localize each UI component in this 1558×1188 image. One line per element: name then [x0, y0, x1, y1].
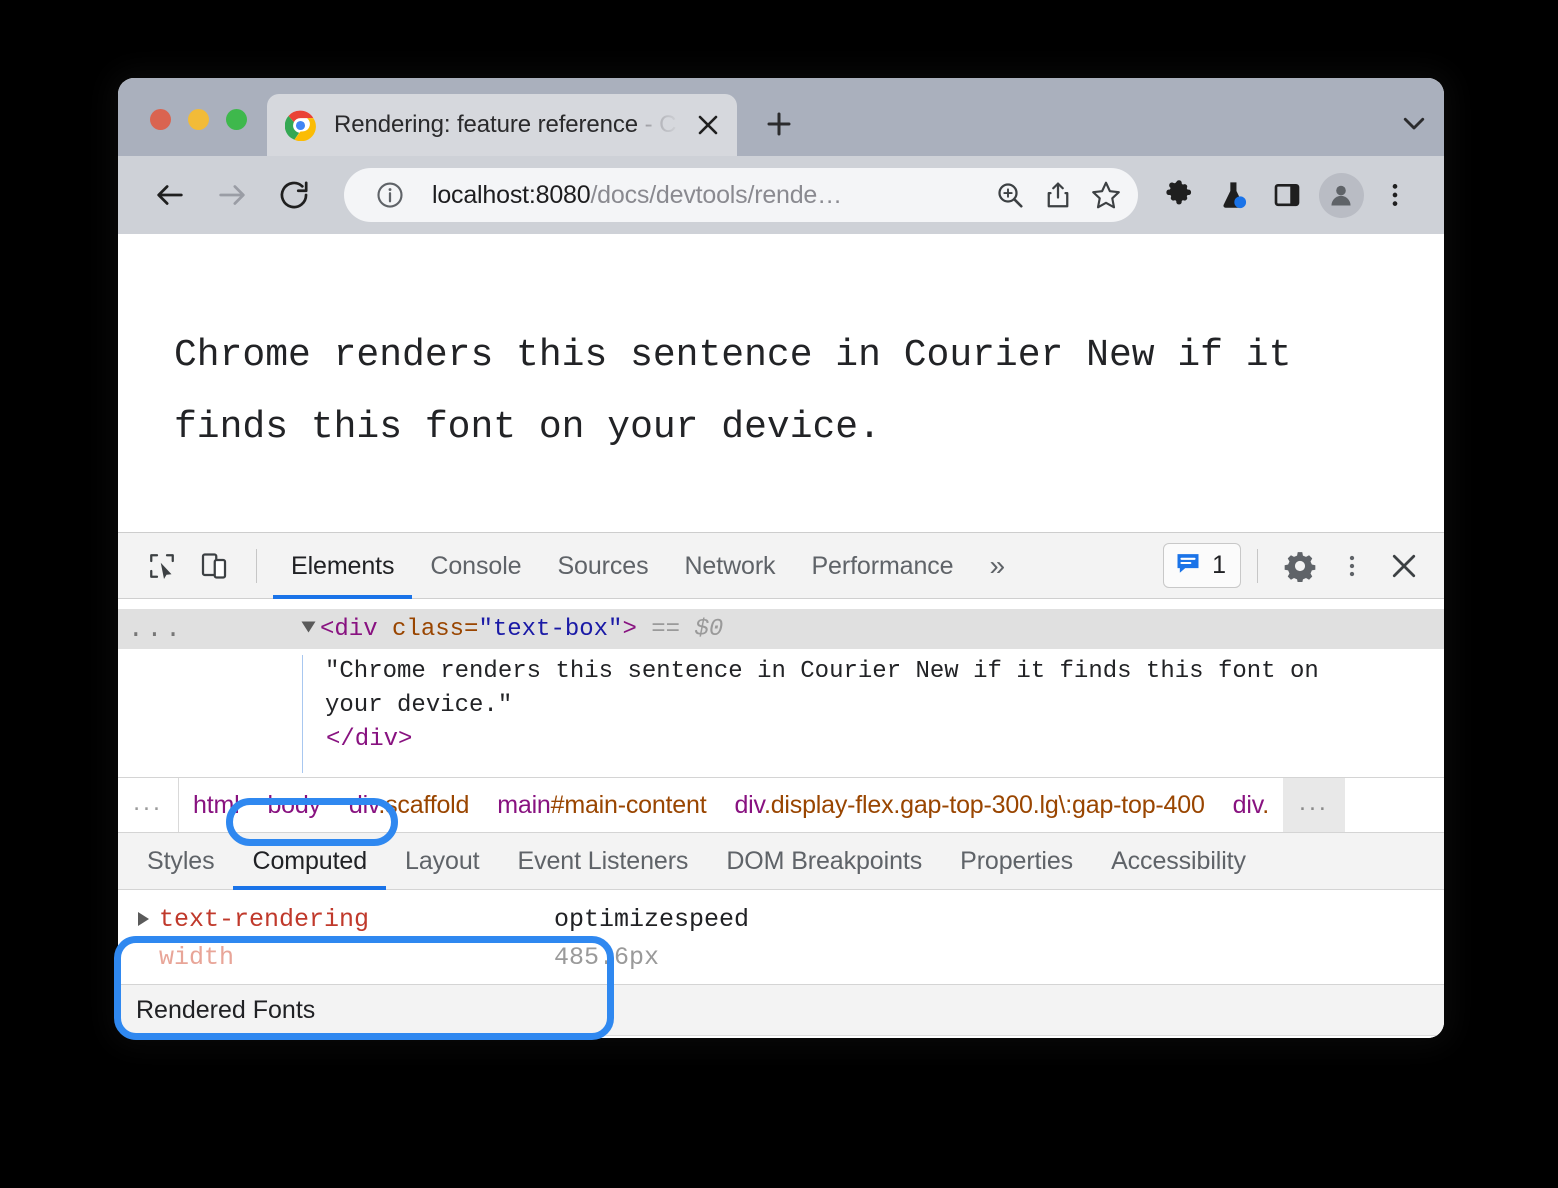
three-dot-menu-icon[interactable]	[1368, 168, 1422, 222]
more-tabs-chevron-icon[interactable]: »	[971, 533, 1023, 599]
toolbar-divider-2	[1257, 549, 1258, 583]
toolbar-divider	[256, 549, 257, 583]
breadcrumb-item-div-scaffold[interactable]: div.scaffold	[335, 791, 483, 820]
devtools-toolbar: Elements Console Sources Network Perform…	[118, 533, 1444, 599]
tab-close-icon[interactable]	[691, 108, 725, 142]
address-bar-url: localhost:8080/docs/devtools/rende…	[432, 181, 986, 210]
tab-strip: Rendering: feature reference - C	[118, 78, 1444, 156]
dom-close-tag: </div>	[325, 723, 1319, 757]
browser-tab-active[interactable]: Rendering: feature reference - C	[267, 94, 737, 156]
page-viewport: Chrome renders this sentence in Courier …	[118, 234, 1444, 532]
computed-property-row[interactable]: text-rendering optimizespeed	[118, 900, 1444, 938]
pane-tab-dom-breakpoints[interactable]: DOM Breakpoints	[707, 832, 941, 890]
computed-property-name: width	[159, 943, 554, 972]
computed-property-value: optimizespeed	[554, 905, 749, 934]
close-window-button[interactable]	[150, 109, 171, 130]
expand-triangle-icon[interactable]	[302, 621, 316, 632]
breadcrumb-item-html[interactable]: html	[179, 791, 253, 820]
dom-row-clipped-above	[118, 599, 1444, 609]
new-tab-button[interactable]	[751, 96, 807, 152]
chrome-logo-icon	[285, 110, 316, 141]
rendered-fonts-row: Courier New—Local file (80 glyphs)	[118, 1036, 1444, 1038]
share-icon[interactable]	[1034, 171, 1082, 219]
devtools-tab-sources[interactable]: Sources	[539, 533, 666, 599]
forward-arrow-icon[interactable]	[206, 169, 258, 221]
device-toolbar-icon[interactable]	[188, 540, 240, 592]
sentence-line-1: Chrome renders this sentence in Courier …	[174, 320, 1394, 392]
breadcrumb-item-div-display-flex[interactable]: div.display-flex.gap-top-300.lg\:gap-top…	[720, 791, 1218, 820]
dom-gutter-ellipsis[interactable]: ...	[118, 614, 303, 644]
back-arrow-icon[interactable]	[144, 169, 196, 221]
browser-window: Rendering: feature reference - C	[118, 78, 1444, 1038]
sentence-line-2: finds this font on your device.	[174, 392, 1394, 464]
three-dot-menu-icon[interactable]	[1326, 540, 1378, 592]
pane-tab-computed[interactable]: Computed	[233, 832, 386, 890]
pane-tab-event-listeners[interactable]: Event Listeners	[499, 832, 708, 890]
breadcrumb-item-div-truncated[interactable]: div.	[1219, 791, 1283, 820]
page-sample-sentence: Chrome renders this sentence in Courier …	[174, 320, 1394, 464]
pane-tab-properties[interactable]: Properties	[941, 832, 1092, 890]
maximize-window-button[interactable]	[226, 109, 247, 130]
screenshot-root: Rendering: feature reference - C	[0, 0, 1558, 1188]
expand-triangle-icon[interactable]	[138, 912, 149, 926]
rendered-fonts-header: Rendered Fonts	[118, 984, 1444, 1036]
breadcrumb-item-body[interactable]: body	[253, 791, 334, 820]
dom-indent-guide	[118, 655, 303, 773]
chevron-down-icon[interactable]	[1384, 92, 1444, 154]
dom-row-code: <div class="text-box"> == $0	[303, 616, 723, 643]
devtools-tab-console[interactable]: Console	[412, 533, 539, 599]
dom-row-selected[interactable]: ... <div class="text-box"> == $0	[118, 609, 1444, 649]
avatar	[1319, 173, 1364, 218]
expand-triangle-placeholder-icon	[138, 950, 149, 964]
computed-property-row[interactable]: width 485.6px	[118, 938, 1444, 976]
issues-count-label: 1	[1212, 551, 1226, 580]
computed-properties-list: text-rendering optimizespeed width 485.6…	[118, 890, 1444, 984]
zoom-in-icon[interactable]	[986, 171, 1034, 219]
profile-avatar-icon[interactable]	[1314, 168, 1368, 222]
inspect-cursor-icon[interactable]	[136, 540, 188, 592]
devtools-tab-network[interactable]: Network	[666, 533, 793, 599]
address-bar[interactable]: localhost:8080/docs/devtools/rende…	[344, 168, 1138, 222]
pane-tab-layout[interactable]: Layout	[386, 832, 498, 890]
dom-text-node: "Chrome renders this sentence in Courier…	[303, 655, 1319, 773]
devtools-panel: Elements Console Sources Network Perform…	[118, 532, 1444, 1038]
devtools-tab-elements[interactable]: Elements	[273, 533, 412, 599]
minimize-window-button[interactable]	[188, 109, 209, 130]
gear-icon[interactable]	[1274, 540, 1326, 592]
browser-tab-title: Rendering: feature reference - C	[334, 111, 685, 139]
breadcrumb: ... html body div.scaffold main#main-con…	[118, 777, 1444, 832]
info-circle-icon[interactable]	[366, 171, 414, 219]
breadcrumb-overflow-right[interactable]: ...	[1283, 778, 1345, 832]
close-devtools-icon[interactable]	[1378, 540, 1430, 592]
computed-property-name: text-rendering	[159, 905, 554, 934]
pane-tab-accessibility[interactable]: Accessibility	[1092, 832, 1265, 890]
sidebar-pane-tabs: Styles Computed Layout Event Listeners D…	[118, 832, 1444, 890]
reload-icon[interactable]	[268, 169, 320, 221]
experiments-flask-icon[interactable]	[1206, 168, 1260, 222]
issues-message-icon	[1174, 549, 1202, 582]
star-icon[interactable]	[1082, 171, 1130, 219]
issues-counter-button[interactable]: 1	[1163, 543, 1241, 588]
dom-text-line-1: "Chrome renders this sentence in Courier…	[325, 655, 1319, 689]
browser-toolbar: localhost:8080/docs/devtools/rende…	[118, 156, 1444, 234]
pane-tab-styles[interactable]: Styles	[128, 832, 233, 890]
dom-text-node-row[interactable]: "Chrome renders this sentence in Courier…	[118, 649, 1444, 773]
window-traffic-lights	[118, 109, 267, 156]
breadcrumb-item-main-content[interactable]: main#main-content	[483, 791, 720, 820]
dom-tree: ... <div class="text-box"> == $0 "Chrome…	[118, 599, 1444, 777]
computed-property-value: 485.6px	[554, 943, 659, 972]
breadcrumb-overflow-left[interactable]: ...	[118, 778, 179, 832]
devtools-tab-performance[interactable]: Performance	[793, 533, 971, 599]
side-panel-icon[interactable]	[1260, 168, 1314, 222]
extensions-puzzle-icon[interactable]	[1152, 168, 1206, 222]
dom-text-line-2: your device."	[325, 689, 1319, 723]
